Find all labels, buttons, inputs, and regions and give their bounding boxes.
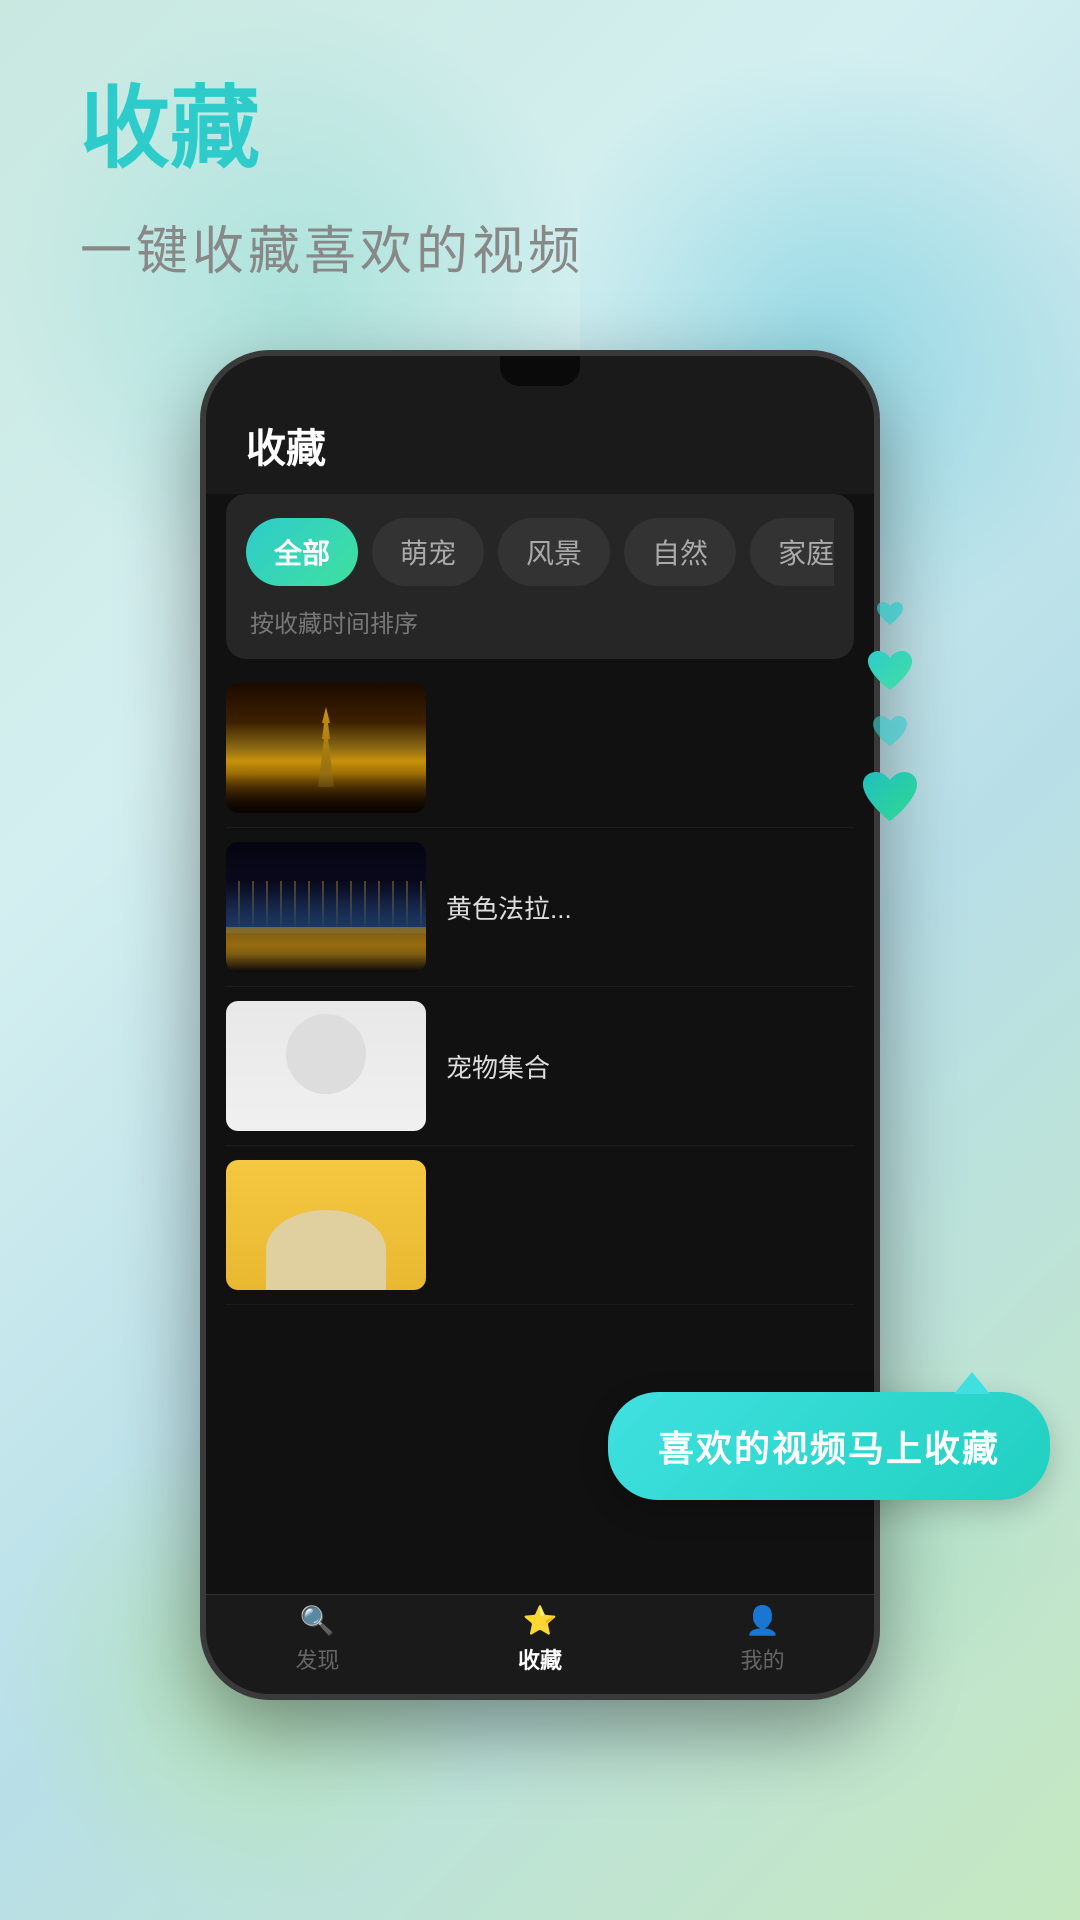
profile-icon: 👤 — [745, 1604, 780, 1637]
tab-family[interactable]: 家庭 — [750, 518, 834, 586]
header-area: 收藏 一键收藏喜欢的视频 — [80, 80, 584, 284]
nav-item-profile[interactable]: 👤 我的 — [741, 1604, 785, 1675]
eiffel-thumbnail — [226, 683, 426, 813]
video-info-3: 宠物集合 — [446, 1048, 854, 1085]
video-item-4[interactable] — [226, 1146, 854, 1305]
video-thumb-2 — [226, 842, 426, 972]
heart-3 — [871, 714, 909, 749]
nav-label-favorites: 收藏 — [518, 1643, 562, 1675]
video-thumb-1 — [226, 683, 426, 813]
app-screen-title: 收藏 — [246, 416, 834, 474]
nav-item-favorites[interactable]: ⭐ 收藏 — [518, 1604, 562, 1675]
video-thumb-3 — [226, 1001, 426, 1131]
tabs-row: 全部 萌宠 风景 自然 家庭 › — [246, 518, 834, 586]
nav-item-discover[interactable]: 🔍 发现 — [295, 1604, 339, 1675]
heart-4 — [860, 769, 920, 825]
bottom-nav: 🔍 发现 ⭐ 收藏 👤 我的 — [206, 1594, 874, 1694]
discover-icon: 🔍 — [300, 1604, 335, 1637]
sort-label: 按收藏时间排序 — [246, 604, 834, 639]
video-title-3: 宠物集合 — [446, 1048, 854, 1085]
city-thumbnail — [226, 842, 426, 972]
tooltip-text: 喜欢的视频马上收藏 — [658, 1428, 1000, 1469]
main-title: 收藏 — [80, 80, 584, 179]
tab-nature[interactable]: 自然 — [624, 518, 736, 586]
video-item-2[interactable]: 黄色法拉... — [226, 828, 854, 987]
video-list: 黄色法拉... 宠物集合 — [206, 669, 874, 1305]
dog-thumbnail — [226, 1160, 426, 1290]
favorites-icon: ⭐ — [523, 1604, 558, 1637]
tab-pets[interactable]: 萌宠 — [372, 518, 484, 586]
video-thumb-4 — [226, 1160, 426, 1290]
video-title-2: 黄色法拉... — [446, 889, 854, 926]
cat-thumbnail — [226, 1001, 426, 1131]
heart-2 — [865, 648, 915, 694]
video-item-3[interactable]: 宠物集合 — [226, 987, 854, 1146]
hearts-container — [860, 600, 920, 825]
sub-title: 一键收藏喜欢的视频 — [80, 209, 584, 284]
tab-scenery[interactable]: 风景 — [498, 518, 610, 586]
video-info-2: 黄色法拉... — [446, 889, 854, 926]
tabs-panel: 全部 萌宠 风景 自然 家庭 › 按收藏时间排序 — [226, 494, 854, 659]
phone-notch — [500, 356, 580, 386]
heart-1 — [875, 600, 905, 628]
tab-all[interactable]: 全部 — [246, 518, 358, 586]
nav-label-profile: 我的 — [741, 1643, 785, 1675]
nav-label-discover: 发现 — [295, 1643, 339, 1675]
tooltip-bubble: 喜欢的视频马上收藏 — [608, 1392, 1050, 1500]
video-item-1[interactable] — [226, 669, 854, 828]
